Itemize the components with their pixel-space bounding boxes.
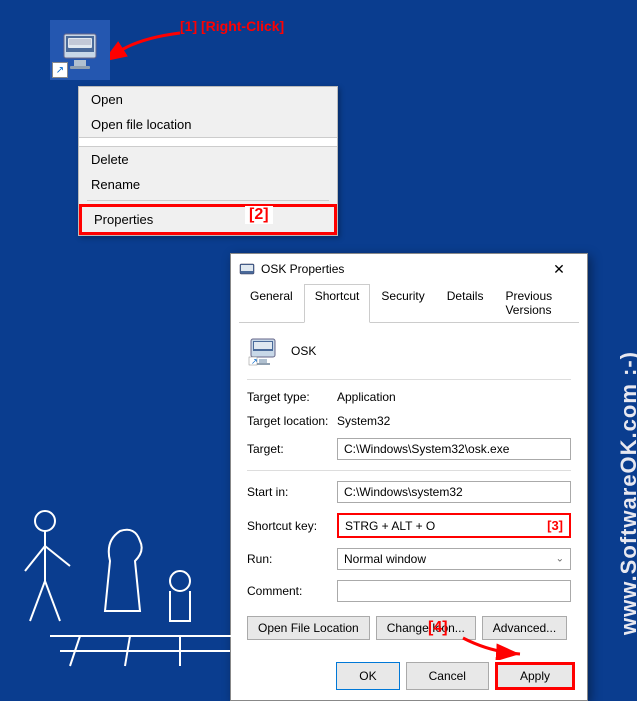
target-location-label: Target location: bbox=[247, 414, 337, 428]
tab-details[interactable]: Details bbox=[436, 284, 495, 322]
divider bbox=[247, 470, 571, 471]
run-select[interactable]: Normal window ⌄ bbox=[337, 548, 571, 570]
target-row: Target: bbox=[247, 438, 571, 460]
dialog-titlebar[interactable]: OSK Properties ✕ bbox=[231, 254, 587, 284]
chess-decoration bbox=[10, 491, 260, 691]
menu-item-delete[interactable]: Delete bbox=[79, 147, 337, 172]
divider bbox=[247, 379, 571, 380]
target-location-value: System32 bbox=[337, 414, 571, 428]
menu-item-open-file-location[interactable]: Open file location bbox=[79, 112, 337, 137]
svg-text:↗: ↗ bbox=[251, 357, 258, 366]
shortcut-key-row: Shortcut key: STRG + ALT + O [3] bbox=[247, 513, 571, 538]
tab-security[interactable]: Security bbox=[370, 284, 435, 322]
comment-row: Comment: bbox=[247, 580, 571, 602]
open-file-location-button[interactable]: Open File Location bbox=[247, 616, 370, 640]
annotation-step-2: [2] bbox=[245, 206, 273, 224]
menu-item-open[interactable]: Open bbox=[79, 87, 337, 112]
tab-shortcut[interactable]: Shortcut bbox=[304, 284, 371, 323]
target-location-row: Target location: System32 bbox=[247, 414, 571, 428]
osk-icon: ↗ bbox=[247, 335, 279, 367]
dialog-tabs: General Shortcut Security Details Previo… bbox=[239, 284, 579, 323]
annotation-step-4: [4] bbox=[428, 619, 448, 637]
start-in-label: Start in: bbox=[247, 485, 337, 499]
comment-input[interactable] bbox=[337, 580, 571, 602]
shortcut-arrow-overlay: ↗ bbox=[52, 62, 68, 78]
chevron-down-icon: ⌄ bbox=[556, 554, 564, 565]
dialog-body: ↗ OSK Target type: Application Target lo… bbox=[231, 323, 587, 652]
tab-previous-versions[interactable]: Previous Versions bbox=[494, 284, 579, 322]
menu-item-rename[interactable]: Rename bbox=[79, 172, 337, 197]
watermark-text: www.SoftwareOK.com :-) bbox=[616, 351, 637, 635]
target-type-value: Application bbox=[337, 390, 571, 404]
start-in-row: Start in: bbox=[247, 481, 571, 503]
dialog-icon-row: ↗ OSK bbox=[247, 335, 571, 367]
arrow-annotation-1 bbox=[110, 30, 185, 65]
properties-dialog: OSK Properties ✕ General Shortcut Securi… bbox=[230, 253, 588, 701]
comment-label: Comment: bbox=[247, 584, 337, 598]
shortcut-key-input[interactable]: STRG + ALT + O [3] bbox=[337, 513, 571, 538]
context-menu: Open Open file location Delete Rename Pr… bbox=[78, 86, 338, 236]
annotation-step-1: [1] [Right-Click] bbox=[180, 18, 284, 34]
close-button[interactable]: ✕ bbox=[539, 255, 579, 283]
run-row: Run: Normal window ⌄ bbox=[247, 548, 571, 570]
annotation-step-3: [3] bbox=[547, 518, 563, 533]
start-in-input[interactable] bbox=[337, 481, 571, 503]
menu-item-properties[interactable]: Properties bbox=[79, 204, 337, 235]
osk-desktop-shortcut[interactable]: ↗ bbox=[50, 20, 110, 80]
shortcut-key-value: STRG + ALT + O bbox=[345, 519, 435, 533]
osk-label: OSK bbox=[291, 344, 316, 358]
run-label: Run: bbox=[247, 552, 337, 566]
arrow-annotation-4 bbox=[460, 630, 530, 660]
keyboard-icon bbox=[239, 261, 255, 277]
dialog-footer: OK Cancel Apply bbox=[231, 652, 587, 700]
target-type-label: Target type: bbox=[247, 390, 337, 404]
dialog-title: OSK Properties bbox=[261, 262, 539, 276]
shortcut-key-label: Shortcut key: bbox=[247, 519, 337, 533]
apply-button[interactable]: Apply bbox=[495, 662, 575, 690]
ok-button[interactable]: OK bbox=[336, 662, 399, 690]
target-label: Target: bbox=[247, 442, 337, 456]
target-type-row: Target type: Application bbox=[247, 390, 571, 404]
cancel-button[interactable]: Cancel bbox=[406, 662, 489, 690]
tab-general[interactable]: General bbox=[239, 284, 304, 322]
menu-gap bbox=[79, 137, 337, 147]
menu-separator bbox=[87, 200, 329, 201]
run-value: Normal window bbox=[344, 552, 426, 566]
target-input[interactable] bbox=[337, 438, 571, 460]
